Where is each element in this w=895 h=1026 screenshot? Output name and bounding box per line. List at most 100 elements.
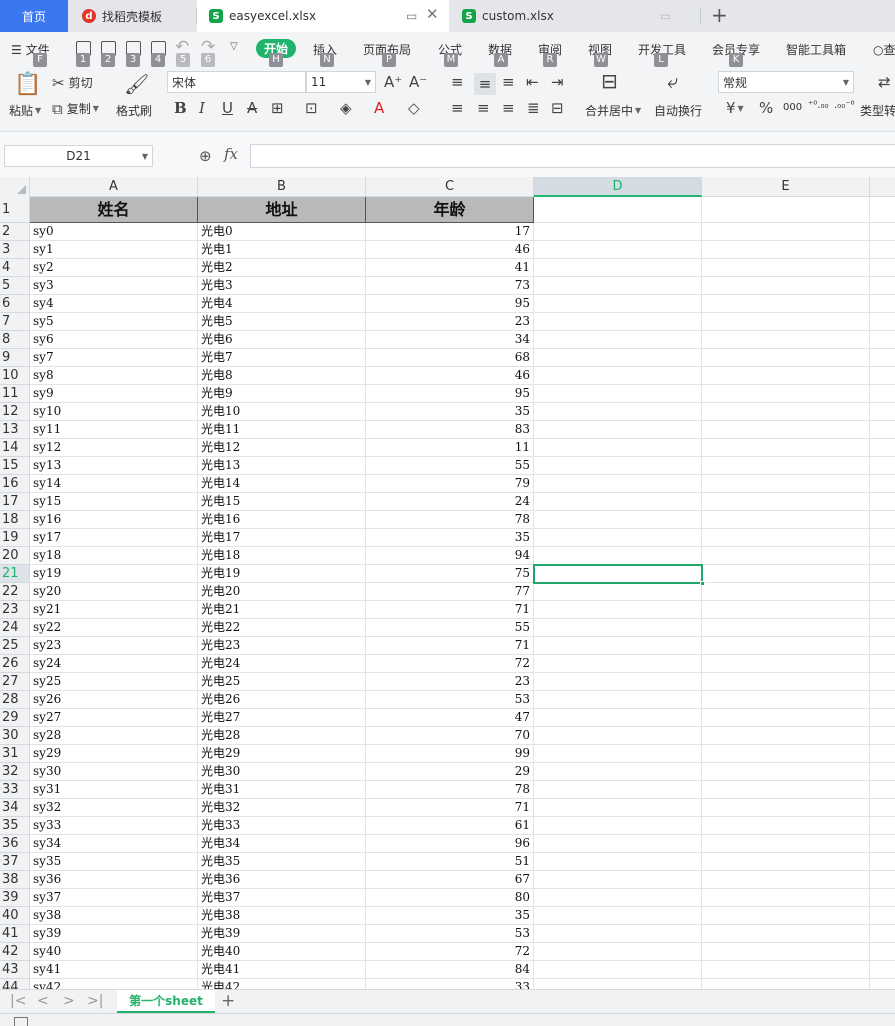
cell-name[interactable]: sy15 <box>30 493 198 511</box>
increase-font-icon[interactable]: A⁺ <box>384 74 402 90</box>
cell[interactable] <box>870 403 895 421</box>
cell-age[interactable]: 33 <box>366 979 534 989</box>
cell-address[interactable]: 光电28 <box>198 727 366 745</box>
distributed-icon[interactable]: ⊟ <box>551 100 564 116</box>
cell-address[interactable]: 光电9 <box>198 385 366 403</box>
cell-age[interactable]: 71 <box>366 637 534 655</box>
cell-name[interactable]: sy29 <box>30 745 198 763</box>
cell-age[interactable]: 61 <box>366 817 534 835</box>
cell[interactable] <box>702 313 870 331</box>
cell-age[interactable]: 68 <box>366 349 534 367</box>
cell[interactable] <box>534 565 702 583</box>
cell[interactable] <box>534 529 702 547</box>
cell[interactable] <box>870 313 895 331</box>
cell-address[interactable]: 光电1 <box>198 241 366 259</box>
cell-age[interactable]: 83 <box>366 421 534 439</box>
row-number[interactable]: 33 <box>0 781 30 799</box>
cell[interactable] <box>702 457 870 475</box>
cell[interactable] <box>702 637 870 655</box>
cell-name[interactable]: sy25 <box>30 673 198 691</box>
cell[interactable] <box>534 619 702 637</box>
row-number[interactable]: 38 <box>0 871 30 889</box>
zoom-formula-icon[interactable]: ⊕ <box>199 147 212 165</box>
cell-name[interactable]: sy10 <box>30 403 198 421</box>
merge-center-icon[interactable]: ⊟ <box>601 71 618 91</box>
cell-name[interactable]: sy33 <box>30 817 198 835</box>
cell[interactable] <box>870 367 895 385</box>
cell[interactable] <box>534 727 702 745</box>
row-number[interactable]: 42 <box>0 943 30 961</box>
cell-age[interactable]: 46 <box>366 241 534 259</box>
cell-name[interactable]: sy8 <box>30 367 198 385</box>
cell-age[interactable]: 29 <box>366 763 534 781</box>
cell-address[interactable]: 光电11 <box>198 421 366 439</box>
cell[interactable] <box>702 871 870 889</box>
cell-name[interactable]: sy11 <box>30 421 198 439</box>
cell-address[interactable]: 光电33 <box>198 817 366 835</box>
align-middle-icon[interactable]: ≡ <box>474 73 496 95</box>
cell[interactable] <box>534 331 702 349</box>
cell[interactable] <box>534 421 702 439</box>
cell[interactable] <box>534 385 702 403</box>
cell[interactable] <box>534 799 702 817</box>
cell[interactable] <box>870 511 895 529</box>
cell[interactable] <box>702 799 870 817</box>
cell[interactable] <box>870 637 895 655</box>
cell-age[interactable]: 35 <box>366 403 534 421</box>
cell[interactable] <box>534 979 702 989</box>
cell-age[interactable]: 77 <box>366 583 534 601</box>
cell-name[interactable]: sy23 <box>30 637 198 655</box>
wrap-text-button[interactable]: 自动换行 <box>654 102 702 119</box>
cell-name[interactable]: sy12 <box>30 439 198 457</box>
row-number[interactable]: 40 <box>0 907 30 925</box>
currency-button[interactable]: ¥ ▼ <box>726 100 744 116</box>
row-number[interactable]: 44 <box>0 979 30 989</box>
cell[interactable] <box>702 781 870 799</box>
cell[interactable] <box>534 889 702 907</box>
italic-icon[interactable]: I <box>199 100 205 116</box>
row-number[interactable]: 20 <box>0 547 30 565</box>
fill-color-icon[interactable]: ◈ <box>340 100 352 116</box>
header-cell-age[interactable]: 年龄 <box>366 197 534 223</box>
row-number[interactable]: 15 <box>0 457 30 475</box>
type-convert-icon[interactable]: ⇄ <box>878 74 891 90</box>
cell[interactable] <box>534 295 702 313</box>
row-number[interactable]: 39 <box>0 889 30 907</box>
cell[interactable] <box>702 619 870 637</box>
cell[interactable] <box>702 889 870 907</box>
cell[interactable] <box>702 961 870 979</box>
cell[interactable] <box>534 457 702 475</box>
cell[interactable] <box>870 979 895 989</box>
cell-address[interactable]: 光电16 <box>198 511 366 529</box>
cell-address[interactable]: 光电37 <box>198 889 366 907</box>
cell-age[interactable]: 72 <box>366 943 534 961</box>
cell-name[interactable]: sy39 <box>30 925 198 943</box>
cell-address[interactable]: 光电20 <box>198 583 366 601</box>
name-box[interactable]: D21 ▼ <box>4 145 153 167</box>
cell-address[interactable]: 光电26 <box>198 691 366 709</box>
first-sheet-icon[interactable]: |< <box>10 993 26 1009</box>
cell[interactable] <box>870 943 895 961</box>
cell[interactable] <box>534 709 702 727</box>
cell-age[interactable]: 47 <box>366 709 534 727</box>
cell-name[interactable]: sy7 <box>30 349 198 367</box>
column-header-a[interactable]: A <box>30 177 198 197</box>
column-header-f[interactable] <box>870 177 895 197</box>
row-number[interactable]: 22 <box>0 583 30 601</box>
cell-name[interactable]: sy26 <box>30 691 198 709</box>
cell-age[interactable]: 41 <box>366 259 534 277</box>
cell[interactable] <box>534 961 702 979</box>
cell[interactable] <box>534 853 702 871</box>
cell-address[interactable]: 光电22 <box>198 619 366 637</box>
row-number[interactable]: 19 <box>0 529 30 547</box>
cell-name[interactable]: sy24 <box>30 655 198 673</box>
cell-name[interactable]: sy36 <box>30 871 198 889</box>
cell[interactable] <box>702 979 870 989</box>
cell-name[interactable]: sy1 <box>30 241 198 259</box>
cell-address[interactable]: 光电15 <box>198 493 366 511</box>
cell-name[interactable]: sy0 <box>30 223 198 241</box>
row-number[interactable]: 27 <box>0 673 30 691</box>
cell[interactable] <box>702 331 870 349</box>
cell-name[interactable]: sy35 <box>30 853 198 871</box>
cell[interactable] <box>702 583 870 601</box>
